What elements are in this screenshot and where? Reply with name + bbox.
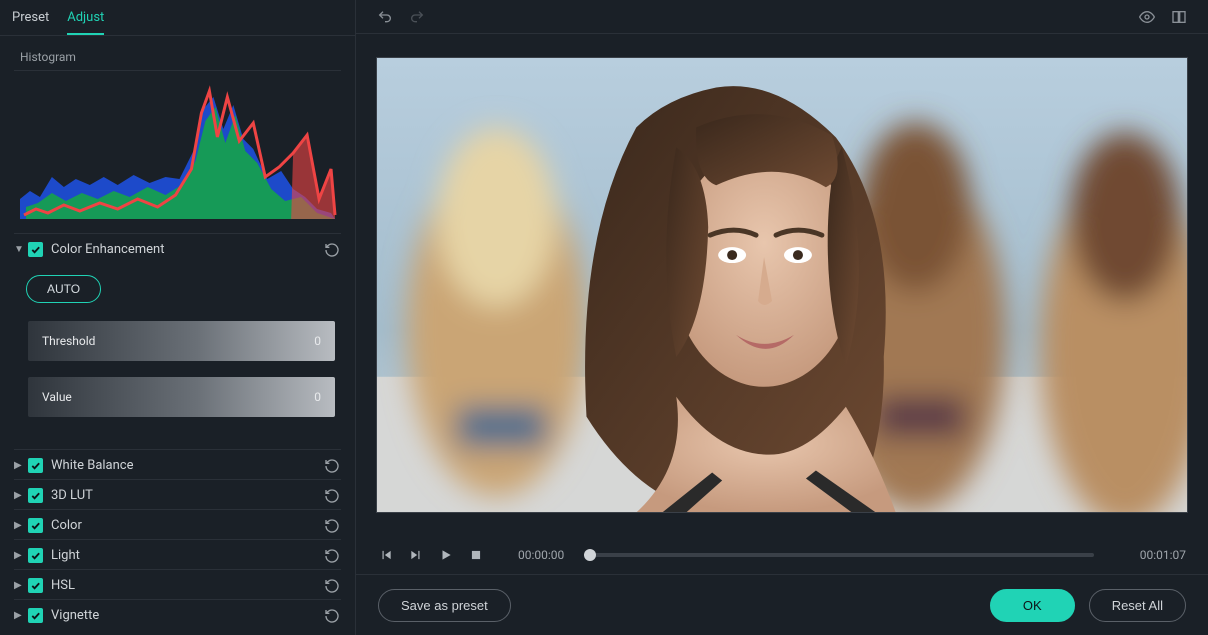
section-label: Color xyxy=(51,518,323,533)
section-label: White Balance xyxy=(51,458,323,473)
tabs: Preset Adjust xyxy=(0,0,355,36)
histogram-title: Histogram xyxy=(14,46,341,71)
section-label: Light xyxy=(51,548,323,563)
preview-frame xyxy=(376,57,1188,513)
checkbox-light[interactable] xyxy=(28,548,43,563)
reset-all-button[interactable]: Reset All xyxy=(1089,589,1186,622)
undo-icon[interactable] xyxy=(376,8,394,26)
section-label: Vignette xyxy=(51,608,323,623)
checkbox-vignette[interactable] xyxy=(28,608,43,623)
play-icon[interactable] xyxy=(438,547,454,563)
section-label: HSL xyxy=(51,578,323,593)
section-3d-lut[interactable]: ▶ 3D LUT xyxy=(14,479,341,509)
playhead[interactable] xyxy=(584,549,596,561)
timecode-current: 00:00:00 xyxy=(518,548,564,562)
left-panel: Preset Adjust Histogram ▼ Color Enhancem… xyxy=(0,0,356,635)
checkbox-3d-lut[interactable] xyxy=(28,488,43,503)
section-white-balance[interactable]: ▶ White Balance xyxy=(14,449,341,479)
section-label: Color Enhancement xyxy=(51,242,323,257)
panel-body: Histogram ▼ Color Enhancement AUTO Thres xyxy=(0,36,355,635)
ok-button[interactable]: OK xyxy=(990,589,1075,622)
checkbox-white-balance[interactable] xyxy=(28,458,43,473)
caret-right-icon: ▶ xyxy=(14,581,28,591)
value-label: Value xyxy=(42,390,72,404)
section-label: 3D LUT xyxy=(51,488,323,503)
caret-right-icon: ▶ xyxy=(14,551,28,561)
tab-preset[interactable]: Preset xyxy=(12,10,49,35)
caret-right-icon: ▶ xyxy=(14,521,28,531)
transport-bar: 00:00:00 00:01:07 xyxy=(356,535,1208,575)
caret-right-icon: ▶ xyxy=(14,611,28,621)
reset-icon[interactable] xyxy=(323,241,341,259)
next-frame-icon[interactable] xyxy=(408,547,424,563)
threshold-label: Threshold xyxy=(42,334,95,348)
timeline[interactable] xyxy=(590,553,1093,557)
section-color[interactable]: ▶ Color xyxy=(14,509,341,539)
section-vignette[interactable]: ▶ Vignette xyxy=(14,599,341,629)
right-panel: 00:00:00 00:01:07 Save as preset OK Rese… xyxy=(356,0,1208,635)
auto-button[interactable]: AUTO xyxy=(26,275,101,303)
color-enhancement-content: AUTO Threshold 0 Value 0 xyxy=(14,263,341,449)
caret-right-icon: ▶ xyxy=(14,461,28,471)
section-light[interactable]: ▶ Light xyxy=(14,539,341,569)
checkbox-color[interactable] xyxy=(28,518,43,533)
caret-down-icon: ▼ xyxy=(14,245,28,255)
top-bar xyxy=(356,0,1208,34)
reset-icon[interactable] xyxy=(323,607,341,625)
caret-right-icon: ▶ xyxy=(14,491,28,501)
preview-area xyxy=(356,34,1208,535)
reset-icon[interactable] xyxy=(323,547,341,565)
reset-icon[interactable] xyxy=(323,517,341,535)
prev-frame-icon[interactable] xyxy=(378,547,394,563)
reset-icon[interactable] xyxy=(323,577,341,595)
checkbox-color-enhancement[interactable] xyxy=(28,242,43,257)
threshold-value: 0 xyxy=(314,334,321,348)
tab-adjust[interactable]: Adjust xyxy=(67,10,104,35)
section-color-enhancement[interactable]: ▼ Color Enhancement xyxy=(14,233,341,263)
compare-icon[interactable] xyxy=(1170,8,1188,26)
save-preset-button[interactable]: Save as preset xyxy=(378,589,511,622)
bottom-bar: Save as preset OK Reset All xyxy=(356,575,1208,635)
reset-icon[interactable] xyxy=(323,457,341,475)
section-hsl[interactable]: ▶ HSL xyxy=(14,569,341,599)
reset-icon[interactable] xyxy=(323,487,341,505)
redo-icon[interactable] xyxy=(408,8,426,26)
value-value: 0 xyxy=(314,390,321,404)
checkbox-hsl[interactable] xyxy=(28,578,43,593)
eye-icon[interactable] xyxy=(1138,8,1156,26)
histogram xyxy=(18,79,337,219)
timecode-duration: 00:01:07 xyxy=(1140,548,1186,562)
stop-icon[interactable] xyxy=(468,547,484,563)
threshold-slider[interactable]: Threshold 0 xyxy=(28,321,335,361)
value-slider[interactable]: Value 0 xyxy=(28,377,335,417)
